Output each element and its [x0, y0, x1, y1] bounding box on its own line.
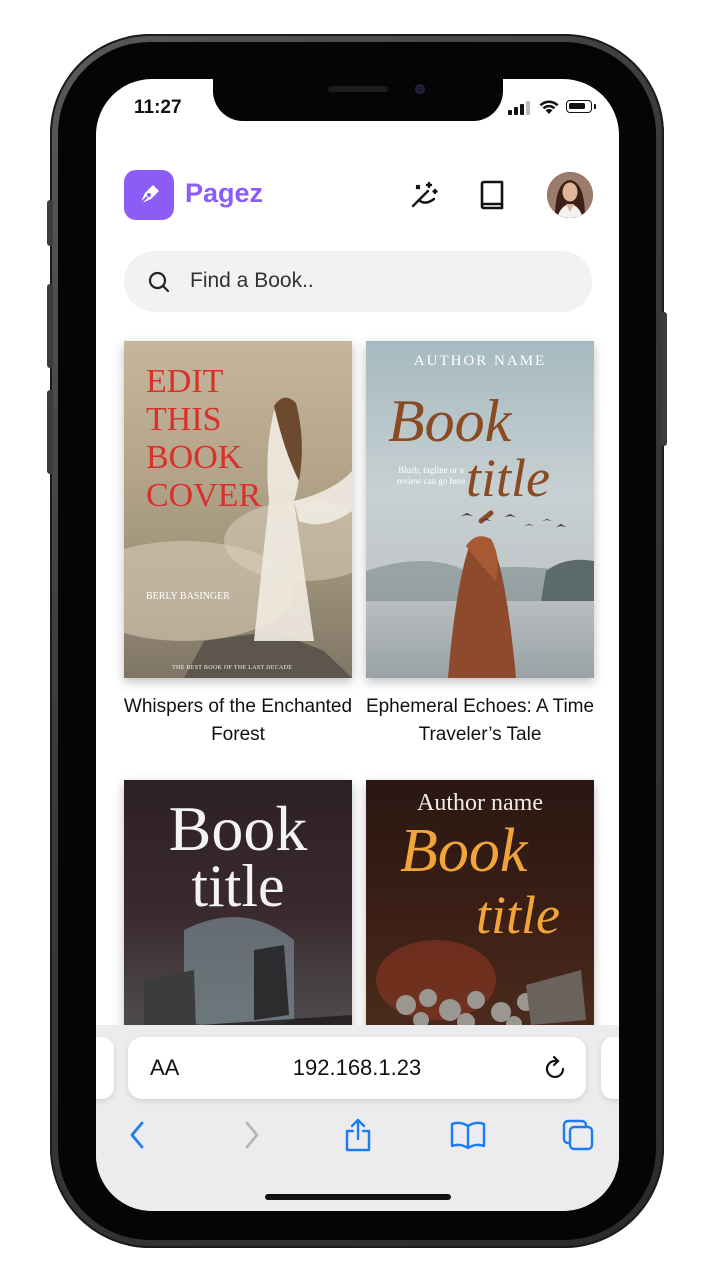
status-time: 11:27: [134, 97, 182, 118]
cover-title-line: COVER: [146, 477, 262, 514]
cover-title-line: BOOK: [146, 439, 243, 476]
wifi-icon: [539, 100, 559, 114]
book-title[interactable]: Ephemeral Echoes: A Time Traveler’s Tale: [362, 693, 598, 749]
earpiece-speaker: [328, 86, 388, 92]
mute-switch: [47, 200, 53, 246]
screen: 11:27 Pagez Find a Book.. EDIT THIS BOOK…: [96, 79, 619, 1211]
cover-blurb: Blurb, tagline or a review can go here: [396, 465, 466, 486]
share-icon: [345, 1118, 371, 1152]
cover-title-line: Book: [400, 817, 528, 885]
library-button[interactable]: [475, 178, 509, 212]
back-icon: [130, 1121, 144, 1149]
battery-nub: [594, 104, 596, 109]
tabs-icon: [562, 1119, 594, 1151]
previous-tab-pill[interactable]: [96, 1037, 114, 1099]
cover-title-line: title: [191, 853, 285, 919]
next-tab-pill[interactable]: [601, 1037, 619, 1099]
magic-wand-button[interactable]: [407, 178, 441, 212]
cover-title-line: title: [466, 448, 550, 508]
app-logo[interactable]: [124, 170, 174, 220]
battery-icon: [566, 100, 592, 113]
cover-author: BERLY BASINGER: [146, 591, 230, 602]
cover-author: AUTHOR NAME: [413, 353, 547, 369]
pen-nib-icon: [139, 185, 159, 205]
power-button: [661, 312, 667, 446]
forward-icon: [245, 1121, 259, 1149]
search-input[interactable]: [190, 269, 570, 293]
avatar-portrait: [547, 172, 593, 218]
magic-wand-icon: [411, 181, 438, 208]
notch: [213, 79, 503, 121]
front-camera: [415, 84, 425, 94]
book-cover[interactable]: AUTHOR NAME Book title Blurb, tagline or…: [366, 341, 594, 678]
cellular-signal-icon: [508, 101, 530, 115]
reload-icon[interactable]: [544, 1055, 568, 1081]
share-button[interactable]: [340, 1117, 376, 1153]
cover-title-line: EDIT: [146, 363, 224, 400]
user-avatar[interactable]: [547, 172, 593, 218]
book-icon: [480, 180, 504, 210]
volume-up-button: [47, 284, 53, 368]
cover-tagline: THE BEST BOOK OF THE LAST DECADE: [172, 665, 293, 671]
forward-button[interactable]: [233, 1117, 269, 1153]
cover-title-line: THIS: [146, 401, 222, 438]
address-bar[interactable]: AA 192.168.1.23: [128, 1037, 586, 1099]
back-button[interactable]: [120, 1117, 156, 1153]
bookmarks-icon: [450, 1121, 486, 1150]
search-icon: [148, 271, 170, 293]
cover-title-line: Book: [388, 388, 512, 454]
cover-author: Author name: [417, 790, 543, 816]
bookmarks-button[interactable]: [450, 1117, 486, 1153]
book-title[interactable]: Whispers of the Enchanted Forest: [120, 693, 356, 749]
volume-down-button: [47, 390, 53, 474]
cover-title-line: title: [476, 885, 560, 945]
home-indicator[interactable]: [265, 1194, 451, 1200]
app-name: Pagez: [185, 178, 264, 208]
book-cover[interactable]: EDIT THIS BOOK COVER BERLY BASINGER THE …: [124, 341, 352, 678]
search-bar[interactable]: [124, 251, 592, 312]
tabs-button[interactable]: [560, 1117, 596, 1153]
url-text[interactable]: 192.168.1.23: [128, 1055, 586, 1081]
